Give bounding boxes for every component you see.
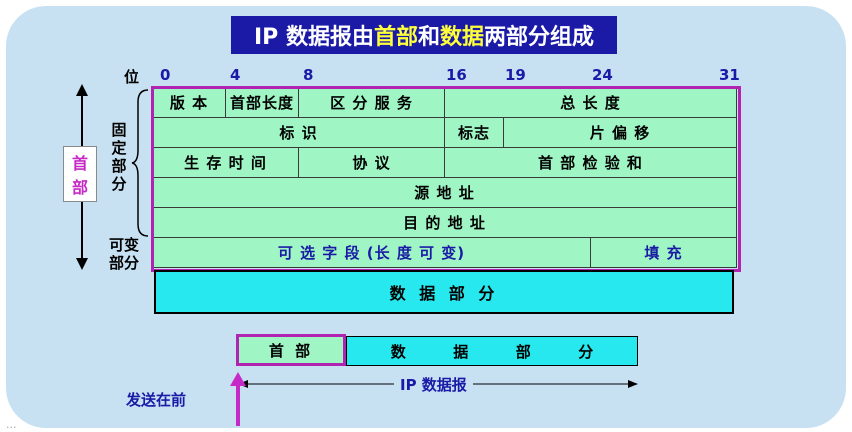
slide-title: IP 数据报由 首部和数据 两部分组成 [231,16,617,54]
header-char: 首 [71,154,88,173]
datagram-header: 首 部 [236,334,346,366]
bit-tick: 19 [505,66,526,84]
datagram-data: 数 据 部 分 [346,336,638,366]
send-first-label: 发送在前 [126,391,187,409]
watermark: ... [6,418,17,431]
header-char: 部 [71,178,88,197]
header-label-box: 首 部 [63,146,97,202]
variable-part-label: 可变 部分 [108,236,139,272]
title-text-1: IP 数据报由 [253,25,374,50]
fixed-part-brace [131,89,149,237]
title-highlight-data: 数据 [439,25,484,50]
fixed-part-label: 固 定 部 分 [111,121,127,193]
bit-tick: 31 [719,66,740,84]
datagram-label: IP 数据报 [394,374,473,395]
bit-tick: 16 [446,66,467,84]
header-frame [151,86,741,272]
title-highlight-header: 首部 [373,25,418,50]
bit-tick: 4 [230,66,241,84]
data-section: 数 据 部 分 [154,270,734,314]
title-text-3: 两部分组成 [484,25,595,50]
bit-axis-label: 位 [124,68,140,86]
bit-tick: 24 [592,66,613,84]
send-first-arrow [230,372,246,426]
title-text-2: 和 [417,25,440,50]
bit-tick: 0 [160,66,171,84]
bit-tick: 8 [303,66,314,84]
